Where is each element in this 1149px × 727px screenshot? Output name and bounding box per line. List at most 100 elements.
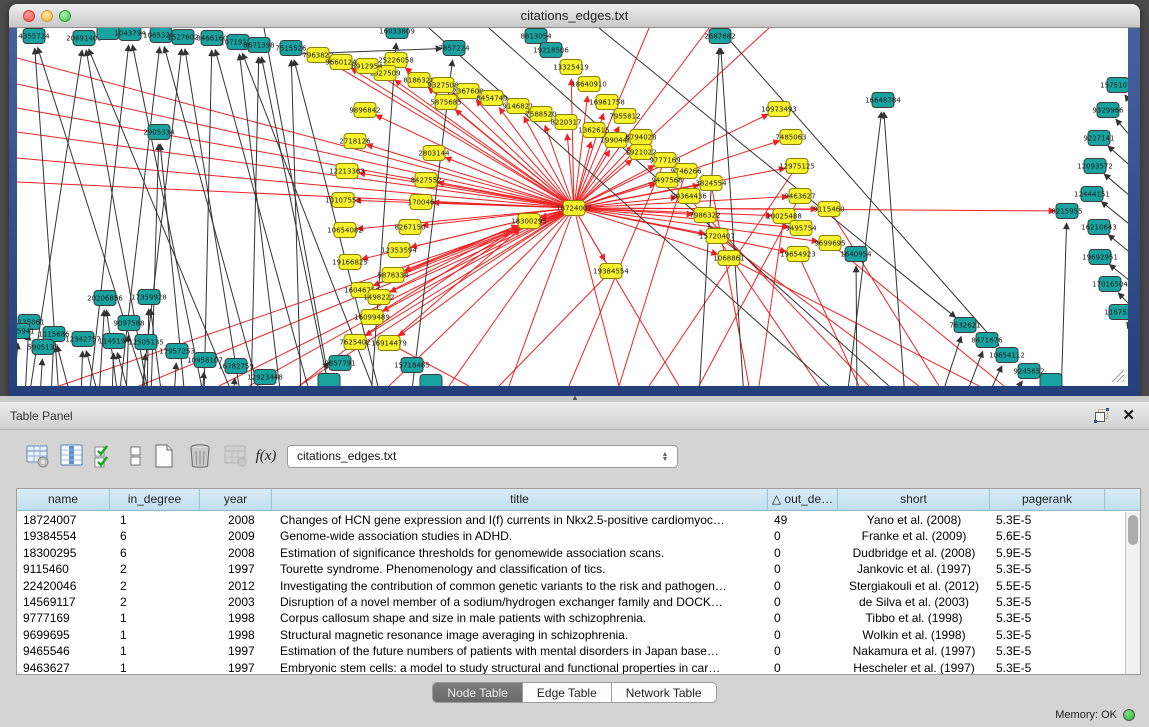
graph-node-9699695[interactable]: 9699695 — [814, 236, 845, 251]
citation-edge-red[interactable] — [759, 216, 784, 386]
graph-node-9097588[interactable]: 9097588 — [113, 316, 144, 331]
table-row[interactable]: 946362711997Embryonic stem cells: a mode… — [17, 660, 1125, 674]
citation-edge-red[interactable] — [619, 171, 686, 386]
citation-edge-red[interactable] — [219, 208, 574, 386]
graph-node-16033809[interactable]: 16033809 — [379, 28, 415, 39]
new-table-icon[interactable] — [150, 442, 178, 470]
graph-node-5905135[interactable]: 5905135 — [27, 340, 58, 355]
citation-edge-black[interactable] — [25, 334, 28, 386]
citation-edge-black[interactable] — [1127, 322, 1128, 348]
graph-node-8671398[interactable]: 8671398 — [243, 38, 274, 53]
divider-handle-icon[interactable]: ▲ — [571, 393, 579, 402]
graph-node-9896842[interactable]: 9896842 — [349, 103, 380, 118]
graph-node-1043794[interactable]: 1043794 — [114, 28, 146, 41]
delete-table-icon[interactable] — [186, 442, 214, 470]
column-header-2[interactable]: year — [200, 489, 272, 510]
graph-node-19218506[interactable]: 19218506 — [533, 43, 569, 58]
graph-node-10654082[interactable]: 10654082 — [327, 223, 363, 238]
graph-node-170046[interactable]: 170046 — [408, 195, 435, 210]
graph-node-9227141[interactable]: 9227141 — [1083, 131, 1114, 146]
graph-node-9463627[interactable]: 9463627 — [784, 189, 815, 204]
graph-node-8215955[interactable]: 8215955 — [1051, 204, 1082, 219]
graph-node-12353594[interactable]: 12353594 — [381, 243, 417, 258]
graph-node-9115460[interactable]: 9115460 — [813, 202, 844, 217]
graph-node-19166825[interactable]: 19166825 — [332, 255, 368, 270]
graph-node-18640910[interactable]: 18640910 — [571, 77, 607, 92]
column-header-4[interactable]: △ out_de… — [768, 489, 838, 510]
graph-node-1145194[interactable]: 1145194 — [98, 334, 130, 349]
graph-node-8813054[interactable]: 8813054 — [520, 29, 552, 44]
graph-node-6794028[interactable]: 6794028 — [625, 130, 656, 145]
column-header-3[interactable]: title — [272, 489, 768, 510]
citation-edge-red[interactable] — [574, 208, 789, 227]
graph-node-7857224[interactable]: 7857224 — [438, 41, 470, 56]
table-vertical-scrollbar[interactable] — [1125, 512, 1140, 674]
graph-node-2687682[interactable]: 2687682 — [704, 29, 735, 44]
graph-node-10973493[interactable]: 10973493 — [761, 102, 797, 117]
citation-edge-black[interactable] — [185, 49, 241, 386]
table-row[interactable]: 911546021997Tourette syndrome. Phenomeno… — [17, 561, 1125, 577]
graph-node-19654923[interactable]: 19654923 — [780, 247, 816, 262]
graph-node-9497568[interactable]: 9497568 — [651, 173, 682, 188]
tab-edge-table[interactable]: Edge Table — [523, 682, 612, 703]
graph-node-20206856[interactable]: 20206856 — [87, 291, 123, 306]
column-header-6[interactable]: pagerank — [990, 489, 1105, 510]
table-row[interactable]: 1938455462009Genome-wide association stu… — [17, 528, 1125, 544]
graph-node-19384554[interactable]: 19384554 — [593, 264, 629, 279]
graph-node-16914479[interactable]: 16914479 — [371, 336, 407, 351]
graph-node-2718126[interactable]: 2718126 — [339, 134, 371, 149]
window-titlebar[interactable]: citations_edges.txt — [9, 4, 1140, 28]
citation-edge-red[interactable] — [717, 236, 919, 386]
graph-node-4355724[interactable]: 4355724 — [18, 29, 50, 44]
graph-node-12444151[interactable]: 12444151 — [1074, 187, 1110, 202]
graph-node-8220317[interactable]: 8220317 — [550, 115, 581, 130]
table-settings-icon[interactable] — [24, 442, 52, 470]
graph-node-2803144[interactable]: 2803144 — [418, 146, 450, 161]
citation-edge-black[interactable] — [884, 112, 905, 386]
network-canvas[interactable]: 4355724206914061043794106532871527602846… — [17, 28, 1128, 386]
close-panel-icon[interactable]: ✕ — [1122, 406, 1135, 424]
citation-edge-red[interactable] — [379, 226, 518, 297]
citation-edge-black[interactable] — [81, 351, 83, 386]
citation-edge-black[interactable] — [721, 48, 744, 386]
graph-node-1640954[interactable]: 1640954 — [840, 247, 872, 262]
table-row[interactable]: 946554611997Estimation of the future num… — [17, 643, 1125, 659]
citation-edge-black[interactable] — [1125, 95, 1128, 122]
graph-node-16210643[interactable]: 16210643 — [1081, 220, 1117, 235]
graph-node-17359928[interactable]: 17359928 — [131, 290, 167, 305]
column-header-0[interactable]: name — [17, 489, 110, 510]
graph-node-5878334[interactable]: 5878334 — [377, 268, 409, 283]
graph-node-7625402[interactable]: 7625402 — [339, 335, 370, 350]
citation-edge-red[interactable] — [499, 271, 611, 386]
graph-node-13325419[interactable]: 13325419 — [553, 60, 589, 75]
graph-node-8267150[interactable]: 8267150 — [394, 220, 425, 235]
citation-edge-black[interactable] — [40, 359, 42, 386]
column-header-5[interactable]: short — [838, 489, 990, 510]
table-row[interactable]: 1830029562008Estimation of significance … — [17, 545, 1125, 561]
graph-node-1527602[interactable]: 1527602 — [167, 30, 198, 45]
graph-node-16961758[interactable]: 16961758 — [589, 95, 625, 110]
function-builder-icon[interactable]: f(x) — [252, 442, 280, 470]
citation-network-graph[interactable]: 4355724206914061043794106532871527602846… — [17, 28, 1128, 386]
graph-node-1068861[interactable]: 1068861 — [713, 251, 744, 266]
graph-node-unlabeled[interactable] — [318, 374, 340, 387]
graph-node-5875685[interactable]: 5875685 — [430, 95, 461, 110]
graph-node-12093572[interactable]: 12093572 — [1077, 159, 1113, 174]
citation-edge-black[interactable] — [57, 346, 71, 386]
column-header-1[interactable]: in_degree — [110, 489, 200, 510]
graph-node-9857791[interactable]: 9857791 — [324, 356, 355, 371]
graph-node-9495754[interactable]: 9495754 — [785, 221, 817, 236]
rows-icon[interactable] — [122, 442, 150, 470]
memory-status-icon[interactable] — [1123, 709, 1135, 721]
citation-edge-black[interactable] — [17, 343, 18, 386]
show-columns-icon[interactable] — [58, 442, 86, 470]
graph-node-10107553[interactable]: 10107553 — [325, 193, 361, 208]
citation-edge-black[interactable] — [856, 266, 857, 386]
graph-node-17016504[interactable]: 17016504 — [1092, 277, 1128, 292]
graph-node-8427552[interactable]: 8427552 — [410, 173, 441, 188]
citation-edge-red[interactable] — [509, 208, 574, 386]
graph-node-8471676[interactable]: 8471676 — [971, 333, 1003, 348]
tab-node-table[interactable]: Node Table — [432, 682, 523, 703]
table-row[interactable]: 977716911998Corpus callosum shape and si… — [17, 610, 1125, 626]
citation-edge-red[interactable] — [729, 258, 979, 386]
